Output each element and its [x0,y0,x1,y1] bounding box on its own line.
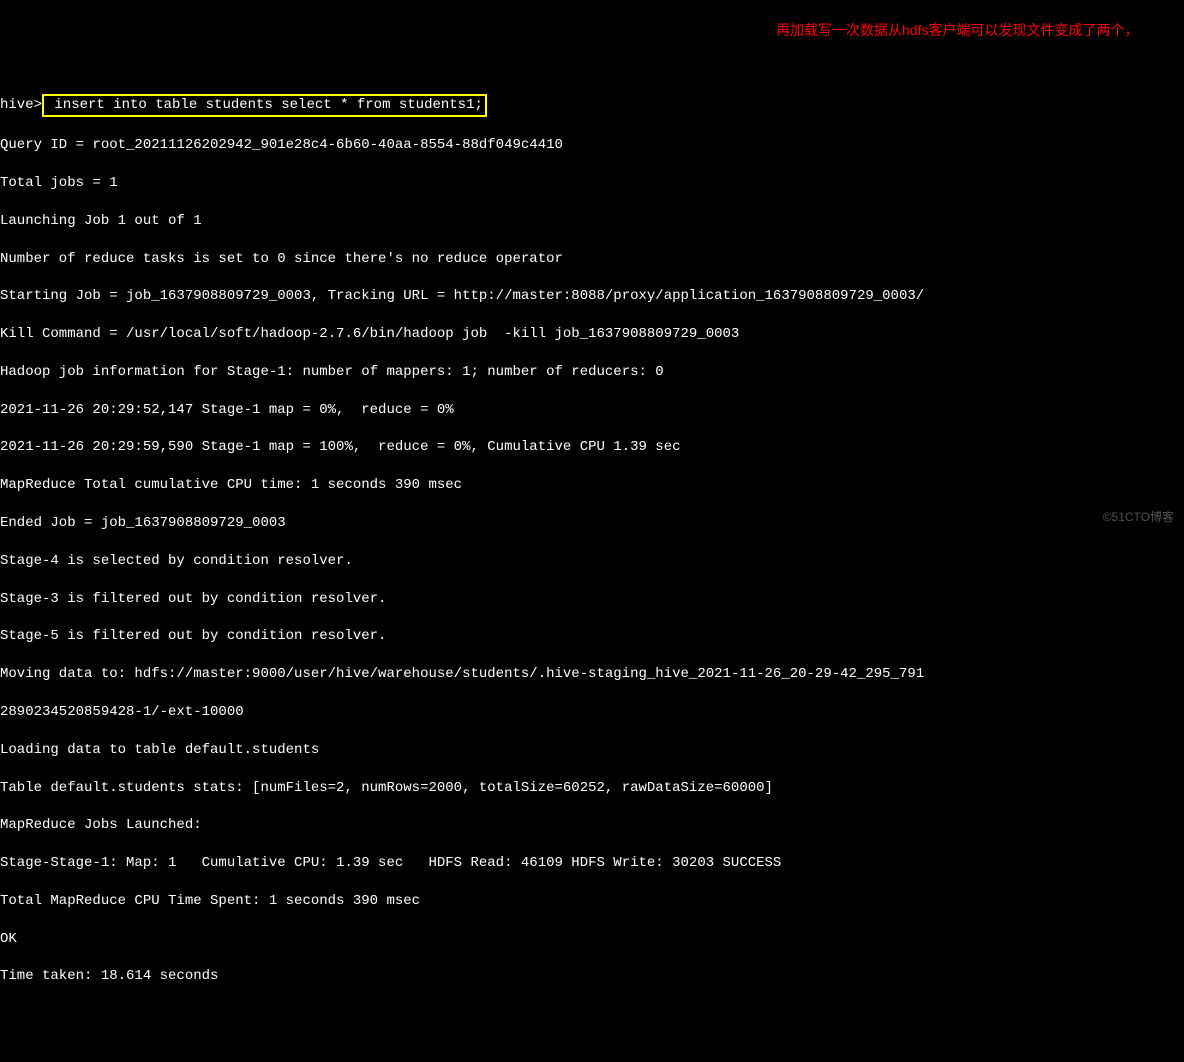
terminal-output: hive> insert into table students select … [0,76,1184,1006]
output-line: Kill Command = /usr/local/soft/hadoop-2.… [0,325,1184,344]
output-line: 2021-11-26 20:29:59,590 Stage-1 map = 10… [0,438,1184,457]
output-line: Launching Job 1 out of 1 [0,212,1184,231]
output-line: 2890234520859428-1/-ext-10000 [0,703,1184,722]
command-line: hive> insert into table students select … [0,94,1184,117]
output-line: Ended Job = job_1637908809729_0003 [0,514,1184,533]
output-line: Loading data to table default.students [0,741,1184,760]
output-line: Hadoop job information for Stage-1: numb… [0,363,1184,382]
output-line: Table default.students stats: [numFiles=… [0,779,1184,798]
output-line: Moving data to: hdfs://master:9000/user/… [0,665,1184,684]
annotation-text: 再加载写一次数据从hdfs客户端可以发现文件变成了两个， [776,20,1176,41]
output-line: Time taken: 18.614 seconds [0,967,1184,986]
output-line: MapReduce Total cumulative CPU time: 1 s… [0,476,1184,495]
output-line: Total jobs = 1 [0,174,1184,193]
output-line: 2021-11-26 20:29:52,147 Stage-1 map = 0%… [0,401,1184,420]
output-line: Query ID = root_20211126202942_901e28c4-… [0,136,1184,155]
sql-command-highlight: insert into table students select * from… [42,94,487,117]
output-line: Stage-3 is filtered out by condition res… [0,590,1184,609]
output-line: OK [0,930,1184,949]
output-line: Total MapReduce CPU Time Spent: 1 second… [0,892,1184,911]
watermark: ©51CTO博客 [1103,509,1174,525]
output-line: Stage-Stage-1: Map: 1 Cumulative CPU: 1.… [0,854,1184,873]
hive-prompt: hive> [0,97,42,113]
output-line: Stage-5 is filtered out by condition res… [0,627,1184,646]
output-line: Starting Job = job_1637908809729_0003, T… [0,287,1184,306]
output-line: MapReduce Jobs Launched: [0,816,1184,835]
output-line: Stage-4 is selected by condition resolve… [0,552,1184,571]
output-line: Number of reduce tasks is set to 0 since… [0,250,1184,269]
